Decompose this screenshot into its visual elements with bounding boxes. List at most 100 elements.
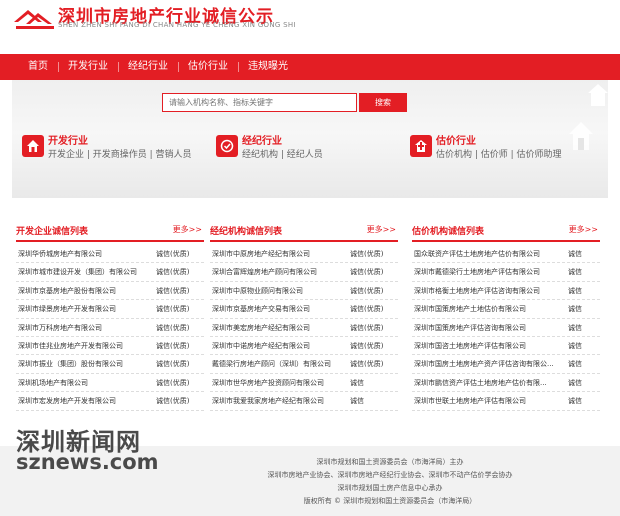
list-item[interactable]: 深圳市国咨土地房地产评估有限公司 诚信 [412,337,600,356]
list-item[interactable]: 深圳市我爱我家房地产经纪有限公司 诚信 [210,392,398,411]
more-link[interactable]: 更多>> [367,224,396,235]
broker-list: 经纪机构诚信列表 更多>> 深圳市中原房地产经纪有限公司 诚信(优质) 深圳合富辉煌… [210,222,398,411]
list-item[interactable]: 深圳合富辉煌房地产顾问有限公司 诚信(优质) [210,263,398,282]
list-item[interactable]: 深圳市戴德梁行土地房地产评估有限公司 诚信 [412,263,600,282]
list-item[interactable]: 深圳市世华房地产投资顾问有限公司 诚信 [210,374,398,393]
more-link[interactable]: 更多>> [569,224,598,235]
footer-co-organizers: 深圳市房地产业协会、深圳市房地产经纪行业协会、深圳市不动产估价学会协办 [267,471,513,479]
list-item[interactable]: 深圳市格衡土地房地产评估咨询有限公司 诚信 [412,282,600,301]
list-item[interactable]: 戴德梁行房地产顾问（深圳）有限公司 诚信(优质) [210,355,398,374]
list-item[interactable]: 深圳市国房土地房地产资产评估咨询有限公... 诚信 [412,355,600,374]
company-name-link[interactable]: 深圳市佳兆业房地产开发有限公司 [18,341,123,351]
company-name-link[interactable]: 深圳机场地产有限公司 [18,378,88,388]
footer-copyright: 版权所有 © 深圳市规划和国土资源委员会（市海洋局） [303,497,477,505]
company-name-link[interactable]: 国众联资产评估土地房地产估价有限公司 [414,249,540,259]
credit-rating: 诚信(优质) [156,250,190,258]
list-item[interactable]: 深圳市世联土地房地产评估有限公司 诚信 [412,392,600,411]
company-name-link[interactable]: 深圳市京基房地产交易有限公司 [212,304,310,314]
list-item[interactable]: 国众联资产评估土地房地产估价有限公司 诚信 [412,245,600,264]
credit-rating: 诚信(优质) [350,250,384,258]
company-name-link[interactable]: 深圳市美宏房地产经纪有限公司 [212,323,310,333]
category-subtitle: 开发企业 | 开发商操作员 | 营销人员 [48,150,192,160]
category-title: 开发行业 [48,136,88,147]
list-item[interactable]: 深圳市国策房地产评估咨询有限公司 诚信 [412,319,600,337]
company-name-link[interactable]: 深圳市戴德梁行土地房地产评估有限公司 [414,267,540,277]
list-item[interactable]: 深圳市万科房地产有限公司 诚信(优质) [16,319,204,337]
more-link[interactable]: 更多>> [173,224,202,235]
list-title: 估价机构诚信列表 [412,227,485,237]
credit-rating: 诚信(优质) [350,268,384,277]
credit-rating: 诚信 [568,286,582,295]
category-subtitle: 估价机构 | 估价师 | 估价师助理 [436,150,562,160]
company-name-link[interactable]: 深圳市世联土地房地产评估有限公司 [414,396,526,406]
credit-rating: 诚信(优质) [156,323,190,332]
credit-rating: 诚信(优质) [156,305,190,314]
list-item[interactable]: 深圳机场地产有限公司 诚信(优质) [16,374,204,393]
logo-icon[interactable] [12,4,58,34]
list-item[interactable]: 深圳市绿景房地产开发有限公司 诚信(优质) [16,300,204,319]
company-name-link[interactable]: 深圳市鹏信资产评估土地房地产估价有限... [414,378,547,388]
list-item[interactable]: 深圳市国策房地产土地估价有限公司 诚信 [412,300,600,319]
nav-item-brokerage[interactable]: 经纪行业 [118,54,178,80]
company-name-link[interactable]: 深圳市中原物业顾问有限公司 [212,286,303,296]
company-name-link[interactable]: 深圳市世华房地产投资顾问有限公司 [212,378,324,388]
credit-rating: 诚信(优质) [156,286,190,295]
site-pinyin: SHEN ZHEN SHI FANG DI CHAN HANG YE CHENG… [58,21,296,29]
company-name-link[interactable]: 深圳市京基房地产股份有限公司 [18,286,116,296]
company-name-link[interactable]: 深圳合富辉煌房地产顾问有限公司 [212,267,317,277]
footer-operator: 深圳市规划国土房产信息中心承办 [337,484,443,492]
list-item[interactable]: 深圳市鹏信资产评估土地房地产估价有限... 诚信 [412,374,600,393]
list-item[interactable]: 深圳市中原房地产经纪有限公司 诚信(优质) [210,245,398,264]
credit-rating: 诚信 [568,305,582,314]
list-item[interactable]: 深圳华侨城房地产有限公司 诚信(优质) [16,245,204,264]
watermark-en: sznews.com [16,450,159,474]
company-name-link[interactable]: 深圳市绿景房地产开发有限公司 [18,304,116,314]
list-item[interactable]: 深圳市宏发房地产开发有限公司 诚信(优质) [16,392,204,411]
company-name-link[interactable]: 深圳市城市建设开发（集团）有限公司 [18,267,137,277]
search-button[interactable]: 搜索 [359,93,407,112]
credit-rating: 诚信 [568,397,582,406]
company-name-link[interactable]: 深圳市国策房地产土地估价有限公司 [414,304,526,314]
list-item[interactable]: 深圳市京基房地产交易有限公司 诚信(优质) [210,300,398,319]
credit-rating: 诚信(优质) [156,378,190,387]
company-name-link[interactable]: 深圳市我爱我家房地产经纪有限公司 [212,396,324,406]
search-banner: 搜索 开发行业 开发企业 | 开发商操作员 | 营销人员 经纪行业 经纪机构 |… [12,80,608,198]
list-item[interactable]: 深圳市城市建设开发（集团）有限公司 诚信(优质) [16,263,204,282]
search-input[interactable] [162,93,357,112]
category-subtitle: 经纪机构 | 经纪人员 [242,150,323,160]
list-item[interactable]: 深圳市京基房地产股份有限公司 诚信(优质) [16,282,204,301]
list-body: 深圳华侨城房地产有限公司 诚信(优质) 深圳市城市建设开发（集团）有限公司 诚信(优质… [16,242,204,411]
nav-item-violations[interactable]: 违规曝光 [238,54,298,80]
credit-rating: 诚信 [568,378,582,387]
company-name-link[interactable]: 深圳市国咨土地房地产评估有限公司 [414,341,526,351]
credit-rating: 诚信 [350,378,364,387]
building-icon [22,135,44,157]
company-name-link[interactable]: 深圳市格衡土地房地产评估咨询有限公司 [414,286,540,296]
company-name-link[interactable]: 深圳市万科房地产有限公司 [18,323,102,333]
nav-item-development[interactable]: 开发行业 [58,54,118,80]
category-title: 估价行业 [436,136,476,147]
list-item[interactable]: 深圳市中原物业顾问有限公司 诚信(优质) [210,282,398,301]
list-item[interactable]: 深圳市佳兆业房地产开发有限公司 诚信(优质) [16,337,204,356]
credit-rating: 诚信(优质) [350,286,384,295]
company-name-link[interactable]: 深圳市中诺房地产经纪有限公司 [212,341,310,351]
credit-rating: 诚信 [568,341,582,350]
main-nav: 首页 开发行业 经纪行业 估价行业 违规曝光 [0,54,620,80]
company-name-link[interactable]: 深圳市宏发房地产开发有限公司 [18,396,116,406]
house-decoration-icon [588,84,608,106]
list-item[interactable]: 深圳市中诺房地产经纪有限公司 诚信(优质) [210,337,398,356]
nav-item-appraisal[interactable]: 估价行业 [178,54,238,80]
company-name-link[interactable]: 深圳市中原房地产经纪有限公司 [212,249,310,259]
list-item[interactable]: 深圳市美宏房地产经纪有限公司 诚信(优质) [210,319,398,337]
list-body: 深圳市中原房地产经纪有限公司 诚信(优质) 深圳合富辉煌房地产顾问有限公司 诚信(优质… [210,242,398,411]
credit-rating: 诚信 [568,360,582,369]
company-name-link[interactable]: 深圳市振业（集团）股份有限公司 [18,359,123,369]
nav-item-home[interactable]: 首页 [18,54,58,80]
home-icon [410,135,432,157]
company-name-link[interactable]: 戴德梁行房地产顾问（深圳）有限公司 [212,359,331,369]
list-item[interactable]: 深圳市振业（集团）股份有限公司 诚信(优质) [16,355,204,374]
company-name-link[interactable]: 深圳市国房土地房地产资产评估咨询有限公... [414,359,554,369]
company-name-link[interactable]: 深圳华侨城房地产有限公司 [18,249,102,259]
company-name-link[interactable]: 深圳市国策房地产评估咨询有限公司 [414,323,526,333]
credit-rating: 诚信 [568,323,582,332]
